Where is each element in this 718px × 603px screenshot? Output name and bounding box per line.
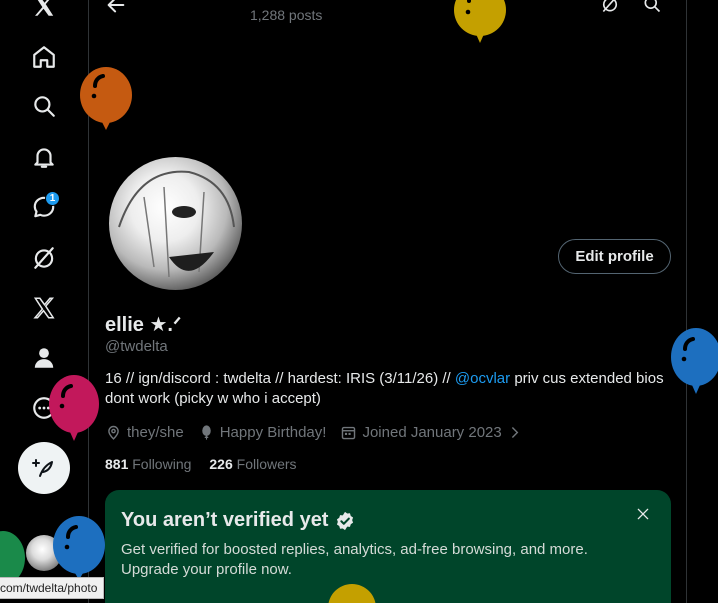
post-button[interactable]	[18, 442, 70, 494]
calendar-icon	[342, 426, 356, 439]
messages-badge: 1	[45, 191, 60, 206]
back-arrow-icon[interactable]	[105, 0, 127, 16]
chevron-right-icon	[511, 426, 519, 438]
notifications-icon[interactable]	[22, 135, 66, 179]
birthday-text: Happy Birthday!	[219, 423, 327, 441]
joined-date[interactable]: Joined January 2023	[340, 424, 522, 441]
pronouns-text: they/she	[127, 423, 184, 441]
verification-promo-card: You aren’t verified yet Get verified for…	[105, 490, 671, 603]
grok-icon[interactable]	[22, 236, 66, 280]
followers-label: Followers	[232, 456, 297, 472]
messages-icon[interactable]: 1	[22, 185, 66, 229]
location-pin-icon	[108, 425, 119, 440]
close-icon[interactable]	[635, 506, 651, 522]
bio-text: 16 // ign/discord : twdelta // hardest: …	[105, 370, 455, 387]
verify-title-text: You aren’t verified yet	[121, 509, 329, 531]
balloon-blue-bottom	[53, 516, 105, 580]
username-handle: @twdelta	[105, 338, 168, 355]
x-logo-icon[interactable]	[22, 0, 66, 28]
following-label: Following	[128, 456, 192, 472]
feather-plus-icon	[32, 459, 53, 477]
verify-description: Get verified for boosted replies, analyt…	[121, 541, 588, 578]
home-icon[interactable]	[22, 35, 66, 79]
verified-badge-icon	[337, 511, 354, 530]
followers-link[interactable]: 226 Followers	[209, 456, 296, 472]
profile-header: 1,288 posts	[89, 0, 686, 28]
verify-title: You aren’t verified yet	[121, 509, 356, 532]
post-count: 1,288 posts	[250, 7, 323, 23]
status-bar-url: com/twdelta/photo	[0, 577, 105, 599]
following-count: 881	[105, 456, 129, 472]
sidebar-nav: 1	[0, 0, 88, 603]
balloon-orange	[80, 67, 132, 130]
column-divider-right	[686, 0, 687, 603]
balloon-pink	[49, 375, 99, 441]
balloon-icon	[201, 424, 211, 440]
followers-count: 226	[209, 456, 233, 472]
joined-text: Joined January 2023	[362, 423, 502, 441]
balloon-blue-right	[671, 328, 718, 394]
edit-profile-button[interactable]: Edit profile	[558, 239, 671, 274]
follow-stats: 881 Following 226 Followers	[105, 456, 297, 472]
display-name: ellie ★.ᐟ	[105, 314, 182, 336]
following-link[interactable]: 881 Following	[105, 456, 191, 472]
balloon-gold-bottom	[328, 584, 376, 603]
bio-mention-link[interactable]: @ocvlar	[455, 370, 510, 387]
profile-avatar[interactable]	[109, 157, 242, 290]
search-icon[interactable]	[642, 0, 662, 14]
profile-meta: they/she Happy Birthday! Joined January …	[105, 422, 537, 442]
grok-icon[interactable]	[600, 0, 620, 14]
birthday: Happy Birthday!	[198, 423, 327, 441]
balloon-gold-top	[454, 0, 506, 43]
premium-x-icon[interactable]	[22, 286, 66, 330]
avatar-artwork	[118, 170, 235, 278]
pronouns: they/she	[105, 424, 184, 441]
search-icon[interactable]	[22, 84, 66, 128]
profile-bio: 16 // ign/discord : twdelta // hardest: …	[105, 369, 675, 409]
